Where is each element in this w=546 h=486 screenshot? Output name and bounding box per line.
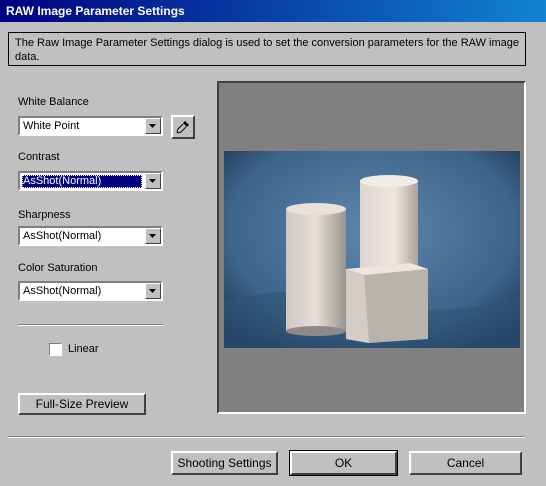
chevron-down-icon (149, 179, 156, 183)
color-saturation-select[interactable]: AsShot(Normal) (18, 281, 163, 301)
color-saturation-value: AsShot(Normal) (23, 285, 102, 297)
white-balance-dropdown-button[interactable] (145, 118, 161, 134)
window-title: RAW Image Parameter Settings (6, 4, 185, 18)
contrast-value: AsShot(Normal) (22, 175, 142, 188)
white-balance-value: White Point (23, 120, 80, 132)
linear-label[interactable]: Linear (68, 343, 99, 355)
cancel-button[interactable]: Cancel (409, 451, 522, 475)
shooting-settings-button[interactable]: Shooting Settings (171, 451, 278, 475)
chevron-down-icon (149, 234, 156, 238)
sharpness-dropdown-button[interactable] (145, 228, 161, 244)
ok-button[interactable]: OK (289, 450, 398, 476)
white-point-picker-button[interactable] (171, 115, 195, 139)
bottom-divider (8, 436, 525, 438)
preview-image (224, 151, 520, 348)
sharpness-value: AsShot(Normal) (23, 230, 102, 242)
chevron-down-icon (149, 124, 156, 128)
chevron-down-icon (149, 289, 156, 293)
raw-settings-dialog: RAW Image Parameter Settings The Raw Ima… (0, 0, 546, 486)
color-saturation-label: Color Saturation (18, 262, 98, 274)
contrast-dropdown-button[interactable] (145, 173, 161, 189)
linear-checkbox[interactable] (49, 343, 62, 356)
sharpness-select[interactable]: AsShot(Normal) (18, 226, 163, 246)
description-box: The Raw Image Parameter Settings dialog … (8, 32, 526, 66)
full-size-preview-button[interactable]: Full-Size Preview (18, 393, 146, 415)
left-divider (18, 324, 163, 326)
color-saturation-dropdown-button[interactable] (145, 283, 161, 299)
title-bar[interactable]: RAW Image Parameter Settings (0, 0, 546, 22)
eyedropper-icon (176, 121, 189, 134)
sharpness-label: Sharpness (18, 209, 71, 221)
contrast-select[interactable]: AsShot(Normal) (18, 171, 163, 191)
preview-panel (217, 81, 526, 414)
white-balance-select[interactable]: White Point (18, 116, 163, 136)
white-balance-label: White Balance (18, 96, 89, 108)
contrast-label: Contrast (18, 151, 60, 163)
